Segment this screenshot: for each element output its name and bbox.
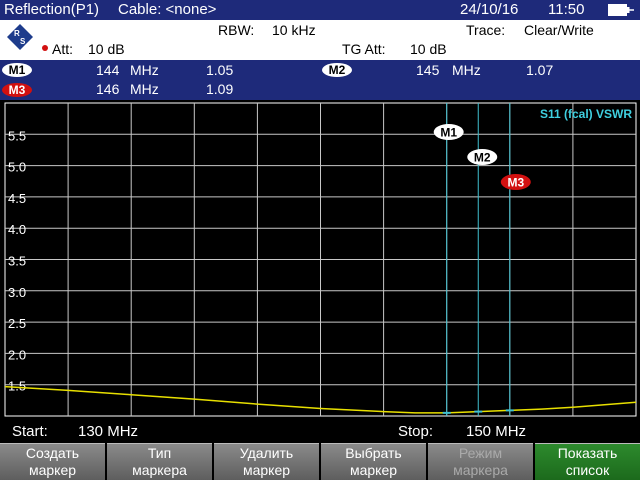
delete-marker-button[interactable]: Удалить маркер [214, 443, 319, 480]
marker-flag-label: M2 [474, 151, 491, 165]
y-tick-label: 2.0 [8, 347, 26, 362]
marker-unit: MHz [452, 62, 481, 78]
y-tick-label: 4.5 [8, 191, 26, 206]
plot-area[interactable]: 5.5 5.0 4.5 4.0 3.5 3.0 2.5 2.0 1.5 S11 (fcal) VS… [0, 100, 640, 420]
marker-flag-label: M3 [507, 176, 524, 190]
marker-mode-button[interactable]: Режим маркера [428, 443, 533, 480]
settings-panel: R S RBW: 10 kHz Trace: Clear/Write Att: … [0, 20, 640, 60]
trace-value: Clear/Write [524, 22, 594, 38]
rbw-label: RBW: [218, 22, 255, 38]
svg-text:S: S [20, 37, 26, 46]
y-tick-label: 5.0 [8, 160, 26, 175]
softkey-line: список [565, 462, 610, 478]
marker-value: 1.05 [206, 62, 234, 78]
marker-readout: M1 144 MHz 1.05 M2 145 MHz 1.07 M3 146 M… [0, 60, 640, 100]
stop-value: 150 MHz [466, 423, 527, 440]
marker-badge[interactable]: M1 [2, 63, 32, 77]
rohde-schwarz-logo: R S [7, 24, 33, 50]
marker-type-button[interactable]: Тип маркера [107, 443, 212, 480]
marker-unit: MHz [130, 62, 159, 78]
y-tick-label: 3.5 [8, 254, 26, 269]
marker-value: 1.09 [206, 81, 234, 97]
rbw-value: 10 kHz [272, 22, 316, 38]
start-value: 130 MHz [78, 423, 139, 440]
tg-att-value: 10 dB [410, 41, 447, 57]
att-label: Att: [52, 41, 74, 57]
softkey-bar: Создать маркер Тип маркера Удалить маркер В… [0, 443, 640, 480]
date-label: 24/10/16 [460, 1, 519, 18]
tg-att-label: TG Att: [342, 41, 386, 57]
mode-label: Reflection(P1) [4, 1, 100, 18]
softkey-line: Показать [557, 445, 618, 461]
softkey-line: маркер [28, 462, 77, 478]
create-marker-button[interactable]: Создать маркер [0, 443, 105, 480]
marker-freq: 145 [416, 62, 440, 78]
stop-label: Stop: [398, 423, 434, 440]
att-value: 10 dB [88, 41, 125, 57]
title-bar: Reflection(P1) Cable: <none> 24/10/16 11… [0, 0, 640, 20]
marker-freq: 146 [96, 81, 120, 97]
softkey-line: Режим [458, 445, 503, 461]
marker-unit: MHz [130, 81, 159, 97]
marker-flag-label: M1 [440, 126, 457, 140]
y-tick-label: 3.0 [8, 285, 26, 300]
marker-badge[interactable]: M3 [2, 83, 32, 97]
vswr-chart[interactable]: 5.55.04.54.03.53.02.52.01.5S11 (fcal) VS… [0, 100, 640, 420]
cable-label: Cable: <none> [118, 1, 217, 18]
y-tick-label: 4.0 [8, 222, 26, 237]
softkey-line: маркера [453, 462, 508, 478]
softkey-line: Создать [25, 445, 80, 461]
time-label: 11:50 [548, 1, 585, 18]
softkey-line: Выбрать [345, 445, 402, 461]
softkey-line: маркер [242, 462, 291, 478]
softkey-line: маркер [349, 462, 398, 478]
trace-label: S11 (fcal) VSWR [540, 107, 632, 121]
select-marker-button[interactable]: Выбрать маркер [321, 443, 426, 480]
softkey-line: Удалить [239, 445, 294, 461]
marker-freq: 144 [96, 62, 120, 78]
marker-badge[interactable]: M2 [322, 63, 352, 77]
frequency-range: Start: 130 MHz Stop: 150 MHz [0, 420, 640, 442]
y-tick-label: 5.5 [8, 128, 26, 143]
y-tick-label: 2.5 [8, 316, 26, 331]
softkey-line: маркера [132, 462, 187, 478]
start-label: Start: [12, 423, 48, 440]
trace-label: Trace: [466, 22, 506, 38]
battery-icon [608, 4, 634, 16]
marker-value: 1.07 [526, 62, 554, 78]
status-dot [42, 45, 48, 51]
softkey-line: Тип [147, 445, 172, 461]
show-list-button[interactable]: Показать список [535, 443, 640, 480]
